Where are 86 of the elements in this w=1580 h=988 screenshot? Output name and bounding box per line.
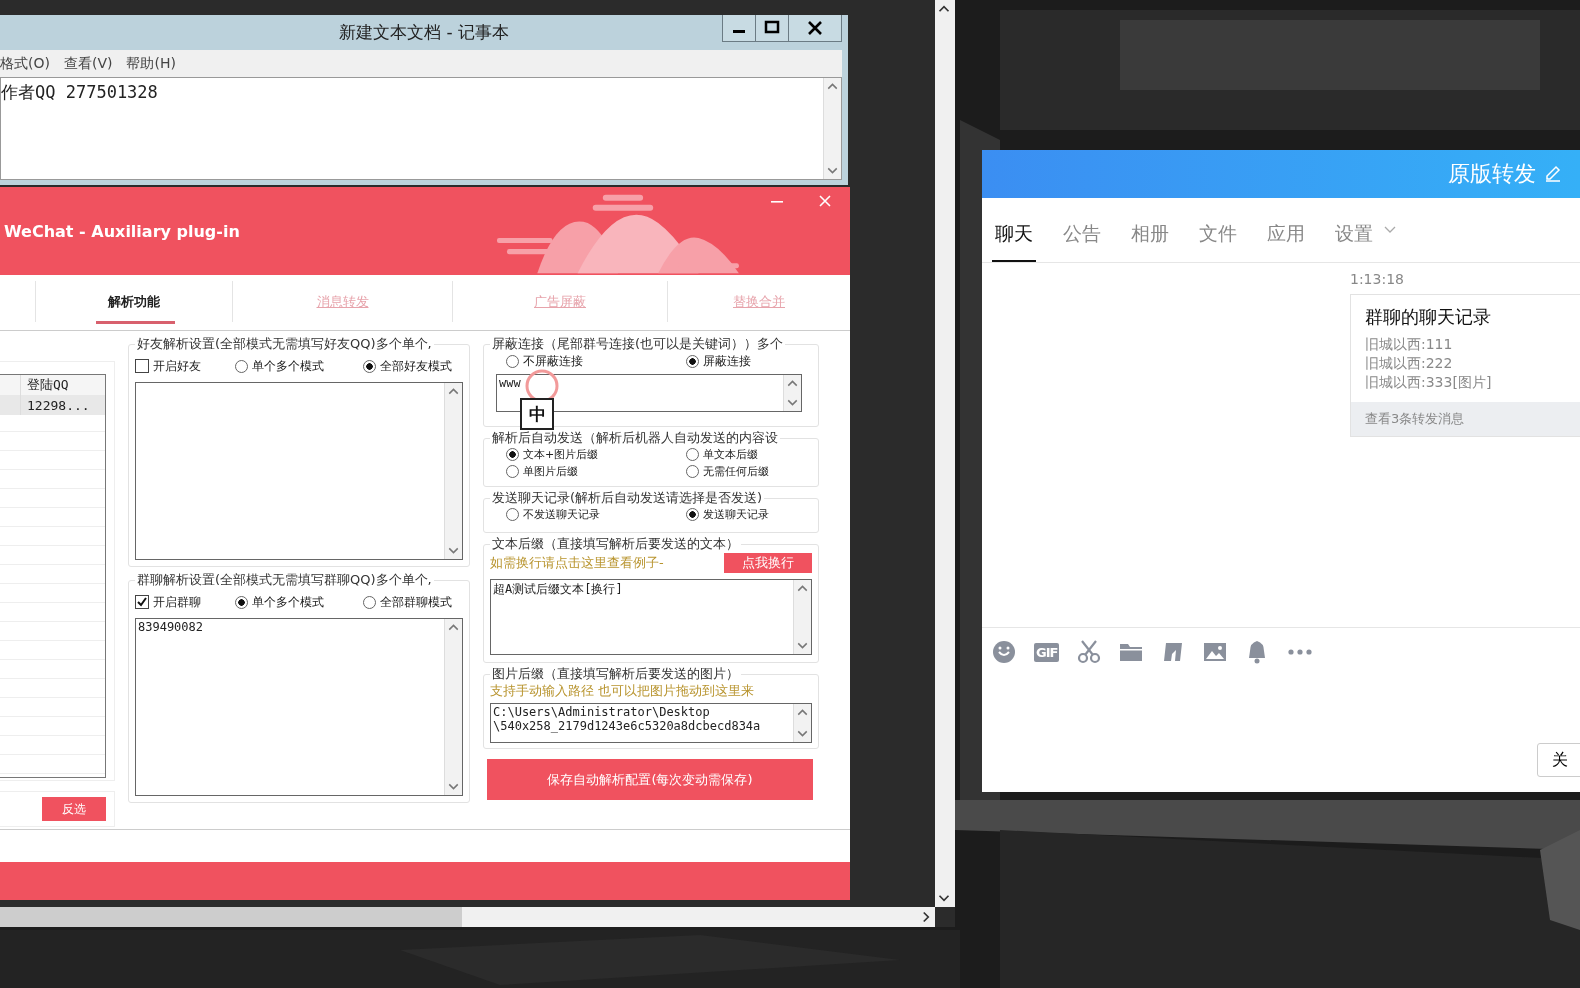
radio-label: 无需任何后缀 bbox=[703, 464, 769, 479]
field-value: 839490082 bbox=[137, 619, 205, 636]
more-icon[interactable] bbox=[1287, 648, 1314, 656]
field-value: C:\Users\Administrator\Desktop \540x258_2179d1243e6c5320a8dcbecd834a bbox=[492, 704, 762, 736]
hint-text: 支持手动输入路径 也可以把图片拖动到这里来 bbox=[490, 683, 755, 700]
menu-item[interactable]: 格式(O) bbox=[0, 54, 50, 73]
field-value: www bbox=[498, 375, 522, 391]
radio-label: 屏蔽连接 bbox=[703, 353, 751, 370]
timestamp: 1:13:18 bbox=[1350, 271, 1404, 287]
tab[interactable]: 消息转发 bbox=[232, 281, 452, 322]
forwarded-message-card[interactable]: 群聊的聊天记录 旧城以西:111 旧城以西:222 旧城以西:333[图片] 查看3条转发消息 bbox=[1350, 294, 1580, 437]
group-title: 文本后缀（直接填写解析后要发送的文本） bbox=[491, 535, 740, 553]
menu-item[interactable]: 帮助(H) bbox=[126, 54, 176, 73]
radio-label: 发送聊天记录 bbox=[703, 507, 769, 522]
pencil-icon[interactable] bbox=[1544, 165, 1562, 183]
radio-label: 单图片后缀 bbox=[523, 464, 578, 479]
checkbox-label: 开启好友 bbox=[153, 357, 201, 375]
tab[interactable]: 解析功能 bbox=[35, 281, 232, 322]
message-line: 旧城以西:111 bbox=[1365, 335, 1454, 354]
radio-label: 单文本后缀 bbox=[703, 447, 758, 462]
tab[interactable]: 设置 bbox=[1332, 198, 1376, 262]
group-title: 发送聊天记录(解析后自动发送请选择是否发送) bbox=[491, 489, 764, 507]
radio-button[interactable] bbox=[363, 359, 376, 373]
save-config-button[interactable]: 保存自动解析配置(每次变动需保存) bbox=[487, 759, 813, 800]
document-text: 作者QQ 277501328 bbox=[1, 81, 159, 104]
radio-label: 不屏蔽连接 bbox=[523, 353, 583, 370]
radio-button[interactable] bbox=[686, 355, 699, 368]
invert-selection-button[interactable]: 反选 bbox=[42, 797, 106, 821]
window-title: WeChat - Auxiliary plug-in bbox=[4, 221, 240, 241]
maximize-icon[interactable] bbox=[756, 15, 789, 41]
message-line: 旧城以西:333[图片] bbox=[1365, 373, 1493, 392]
line-break-button[interactable]: 点我换行 bbox=[724, 553, 812, 573]
ime-indicator: 中 bbox=[520, 398, 554, 430]
emoji-icon[interactable] bbox=[992, 640, 1016, 664]
horizontal-scrollbar[interactable] bbox=[0, 907, 935, 927]
close-icon[interactable] bbox=[789, 15, 841, 41]
column-header: 登陆QQ bbox=[26, 376, 69, 394]
group-title: 屏蔽连接（尾部群号连接(也可以是关键词））多个 bbox=[491, 335, 785, 353]
tab[interactable]: 聊天 bbox=[992, 198, 1036, 262]
view-messages-link[interactable]: 查看3条转发消息 bbox=[1351, 402, 1580, 436]
tab[interactable]: 公告 bbox=[1060, 198, 1104, 262]
table-cell-text: 12298... bbox=[26, 397, 90, 413]
image-icon[interactable] bbox=[1203, 640, 1228, 664]
tab[interactable]: 相册 bbox=[1128, 198, 1172, 262]
group-title: 图片后缀（直接填写解析后要发送的图片） bbox=[491, 665, 740, 683]
radio-label: 单个多个模式 bbox=[252, 357, 324, 375]
hint-link[interactable]: 如需换行请点击这里查看例子- bbox=[490, 554, 664, 572]
chevron-down-icon[interactable] bbox=[1384, 226, 1396, 234]
scissors-icon[interactable] bbox=[1077, 640, 1102, 664]
radio-label: 文本+图片后缀 bbox=[523, 447, 599, 462]
checkbox[interactable] bbox=[135, 359, 149, 373]
radio-button[interactable] bbox=[686, 448, 699, 461]
radio-button[interactable] bbox=[506, 508, 519, 521]
radio-label: 单个多个模式 bbox=[252, 593, 324, 611]
card-title: 群聊的聊天记录 bbox=[1365, 305, 1492, 329]
radio-button[interactable] bbox=[506, 355, 519, 368]
group-title: 好友解析设置(全部模式无需填写好友QQ)多个单个, bbox=[136, 335, 433, 353]
message-line: 旧城以西:222 bbox=[1365, 354, 1454, 373]
radio-button[interactable] bbox=[363, 595, 376, 609]
radio-button[interactable] bbox=[686, 465, 699, 478]
table-row[interactable]: 12298... bbox=[0, 395, 105, 415]
radio-label: 全部群聊模式 bbox=[380, 593, 452, 611]
radio-button[interactable] bbox=[506, 448, 519, 461]
radio-label: 全部好友模式 bbox=[380, 357, 452, 375]
menu-item[interactable]: 查看(V) bbox=[63, 54, 113, 73]
radio-button[interactable] bbox=[686, 508, 699, 521]
group-title: 解析后自动发送（解析后机器人自动发送的内容设 bbox=[491, 429, 779, 447]
gif-button[interactable]: GIF bbox=[1034, 642, 1060, 662]
tab[interactable]: 替换合并 bbox=[667, 281, 850, 322]
tab[interactable]: 应用 bbox=[1264, 198, 1308, 262]
tab[interactable]: 广告屏蔽 bbox=[452, 281, 667, 322]
close-button[interactable]: 关 bbox=[1537, 743, 1580, 777]
window-title: 新建文本文档 - 记事本 bbox=[339, 21, 509, 44]
window-title: 原版转发 bbox=[1448, 160, 1536, 188]
radio-label: 不发送聊天记录 bbox=[523, 507, 600, 522]
scroll-thumb[interactable] bbox=[0, 907, 462, 927]
tab[interactable]: 文件 bbox=[1196, 198, 1240, 262]
radio-button[interactable] bbox=[235, 359, 248, 373]
radio-button[interactable] bbox=[506, 465, 519, 478]
checkbox-label: 开启群聊 bbox=[153, 593, 201, 611]
vertical-scrollbar[interactable] bbox=[935, 0, 955, 907]
group-title: 群聊解析设置(全部模式无需填写群聊QQ)多个单个, bbox=[136, 571, 433, 589]
radio-button[interactable] bbox=[235, 595, 248, 609]
field-value: 超A测试后缀文本[换行] bbox=[492, 581, 624, 598]
minimize-icon[interactable] bbox=[723, 15, 756, 41]
checkbox[interactable] bbox=[135, 595, 149, 609]
